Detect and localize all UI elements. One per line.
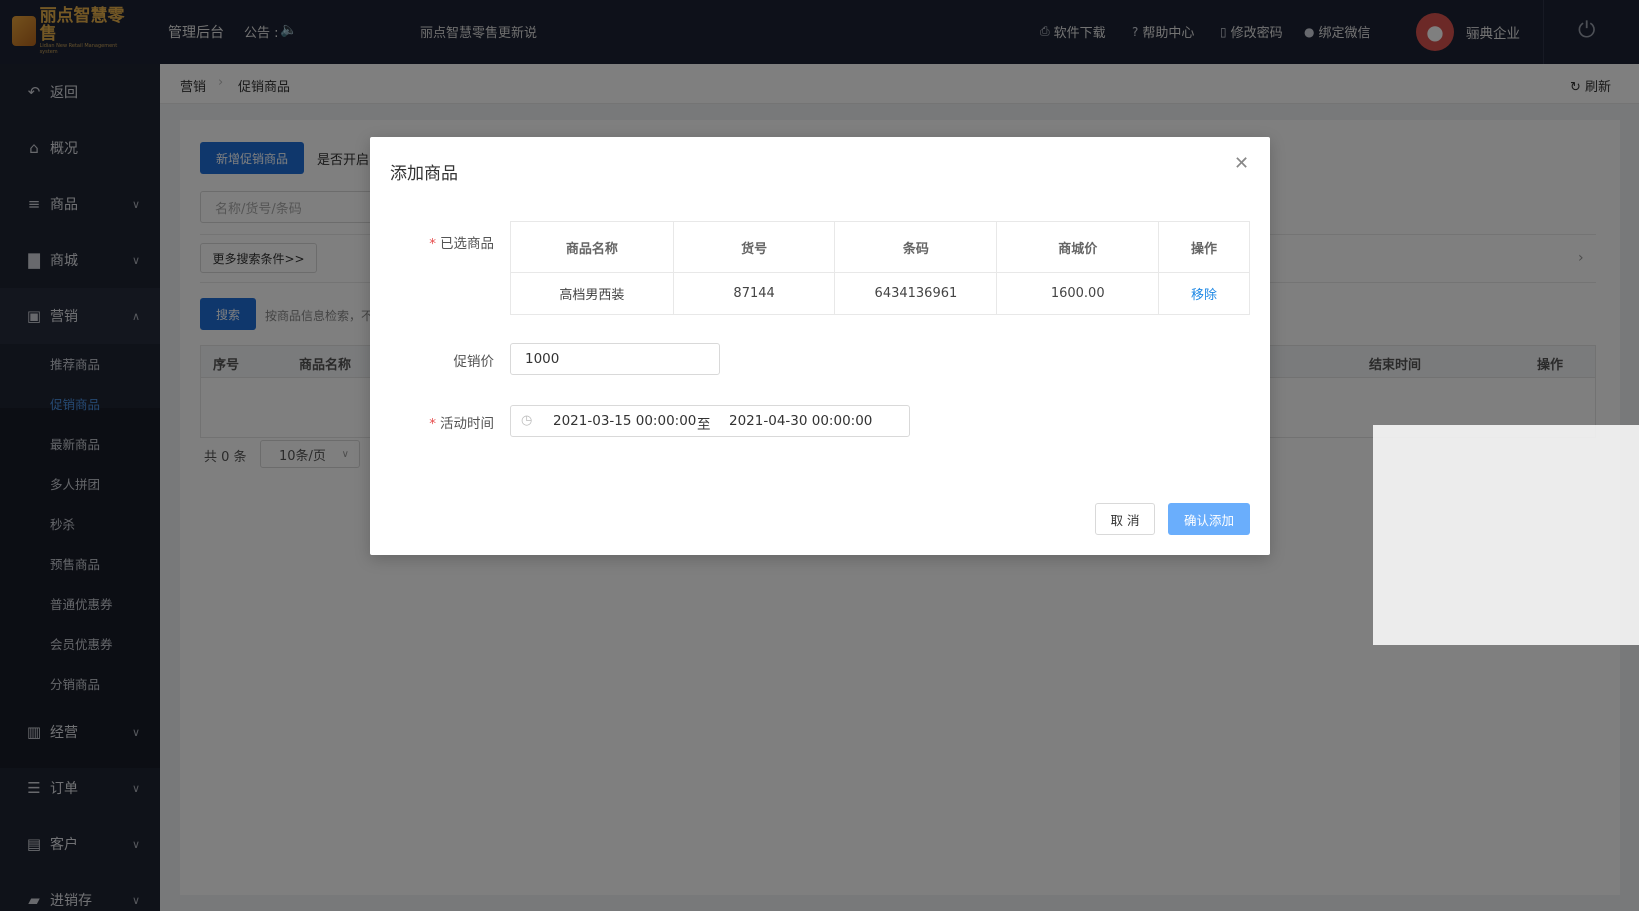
- remove-link[interactable]: 移除: [1191, 288, 1217, 303]
- overlay-highlight: [1373, 425, 1639, 645]
- column-header-action: 操作: [1158, 221, 1250, 273]
- selected-goods-label-text: 已选商品: [440, 236, 494, 252]
- required-mark: *: [429, 236, 436, 252]
- cell-barcode: 6434136961: [834, 272, 998, 315]
- column-header-name: 商品名称: [510, 221, 674, 273]
- cell-action: 移除: [1158, 272, 1250, 315]
- selected-goods-label: * 已选商品: [384, 232, 494, 252]
- modal-title: 添加商品: [390, 164, 458, 184]
- cell-name: 高档男西装: [510, 272, 674, 315]
- table-row: 高档男西装 87144 6434136961 1600.00 移除: [510, 272, 1250, 315]
- clock-icon: ◷: [521, 413, 533, 428]
- column-header-price: 商城价: [996, 221, 1160, 273]
- required-mark: *: [429, 416, 436, 432]
- start-time-value[interactable]: 2021-03-15 00:00:00: [553, 413, 696, 429]
- date-range-picker[interactable]: ◷ 2021-03-15 00:00:00 至 2021-04-30 00:00…: [510, 405, 910, 437]
- range-separator: 至: [697, 417, 711, 433]
- promo-price-input[interactable]: 1000: [510, 343, 720, 375]
- close-icon[interactable]: ✕: [1234, 153, 1249, 174]
- activity-time-label-text: 活动时间: [440, 416, 494, 432]
- add-goods-modal: 添加商品 ✕ * 已选商品 商品名称 货号 条码 商城价 操作 高档男西装 871…: [370, 137, 1270, 555]
- promo-price-label: 促销价: [453, 354, 495, 370]
- cell-price: 1600.00: [996, 272, 1160, 315]
- confirm-add-button[interactable]: 确认添加: [1168, 503, 1250, 535]
- activity-time-label: * 活动时间: [384, 412, 494, 432]
- end-time-value[interactable]: 2021-04-30 00:00:00: [729, 413, 872, 429]
- cancel-button[interactable]: 取 消: [1095, 503, 1155, 535]
- cell-sku: 87144: [672, 272, 836, 315]
- table-header-row: 商品名称 货号 条码 商城价 操作: [510, 221, 1250, 273]
- column-header-sku: 货号: [672, 221, 836, 273]
- column-header-barcode: 条码: [834, 221, 998, 273]
- selected-goods-table: 商品名称 货号 条码 商城价 操作 高档男西装 87144 6434136961…: [510, 221, 1250, 315]
